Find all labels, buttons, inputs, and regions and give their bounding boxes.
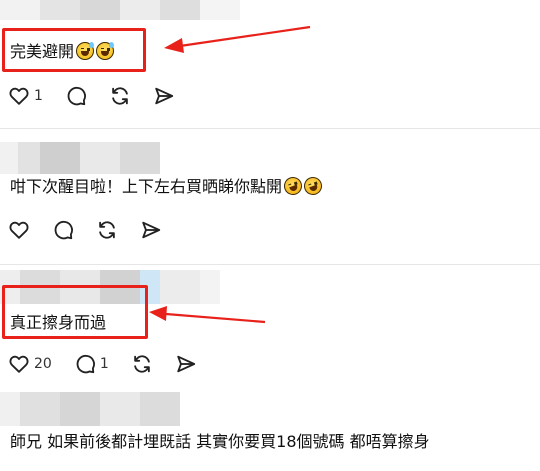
divider (0, 264, 540, 265)
blurred-username-4 (0, 392, 180, 426)
reply-button[interactable] (52, 219, 74, 241)
repost-button[interactable] (109, 85, 131, 107)
repost-icon (133, 355, 150, 373)
comment-bubble-icon (67, 86, 86, 106)
heart-icon (9, 355, 29, 373)
heart-icon (9, 87, 29, 105)
share-button[interactable] (175, 353, 197, 375)
like-count: 20 (34, 356, 52, 372)
repost-button[interactable] (96, 219, 118, 241)
arrow-1 (164, 25, 311, 53)
send-icon (155, 87, 174, 105)
share-button[interactable] (140, 219, 162, 241)
send-icon (142, 221, 161, 239)
comment-actions-2 (8, 218, 184, 242)
reply-button[interactable] (65, 85, 87, 107)
repost-icon (99, 221, 115, 239)
comment-body: 師兄 如果前後都計埋既話 其實你要買18個號碼 都唔算擦身 (10, 432, 430, 451)
comment-text-2: 咁下次醒目啦！上下左右買晒睇你點開 (10, 174, 325, 198)
comment-actions-1: 1 (8, 84, 197, 108)
highlight-box-1 (2, 28, 146, 72)
reply-button[interactable]: 1 (74, 353, 109, 375)
comment-bubble-icon (54, 220, 73, 240)
heart-icon (9, 221, 29, 239)
share-button[interactable] (153, 85, 175, 107)
rolling-laughing-emoji (281, 174, 305, 198)
blurred-username-2 (0, 142, 160, 174)
reply-count: 1 (99, 356, 109, 372)
divider (0, 128, 540, 129)
like-button[interactable] (8, 219, 30, 241)
send-icon (177, 355, 195, 373)
comment-body: 咁下次醒目啦！上下左右買晒睇你點開 (10, 177, 283, 196)
arrow-2 (149, 306, 266, 324)
like-button[interactable]: 20 (8, 353, 52, 375)
comment-bubble-icon (76, 354, 95, 374)
comment-text-4: 師兄 如果前後都計埋既話 其實你要買18個號碼 都唔算擦身 (10, 432, 430, 452)
comment-actions-3: 20 1 (8, 352, 219, 376)
repost-icon (112, 87, 128, 105)
blurred-username-1 (0, 0, 240, 20)
highlight-box-2 (2, 285, 148, 339)
rolling-laughing-emoji (301, 174, 325, 198)
like-button[interactable]: 1 (8, 85, 43, 107)
like-count: 1 (34, 88, 43, 104)
repost-button[interactable] (131, 353, 153, 375)
